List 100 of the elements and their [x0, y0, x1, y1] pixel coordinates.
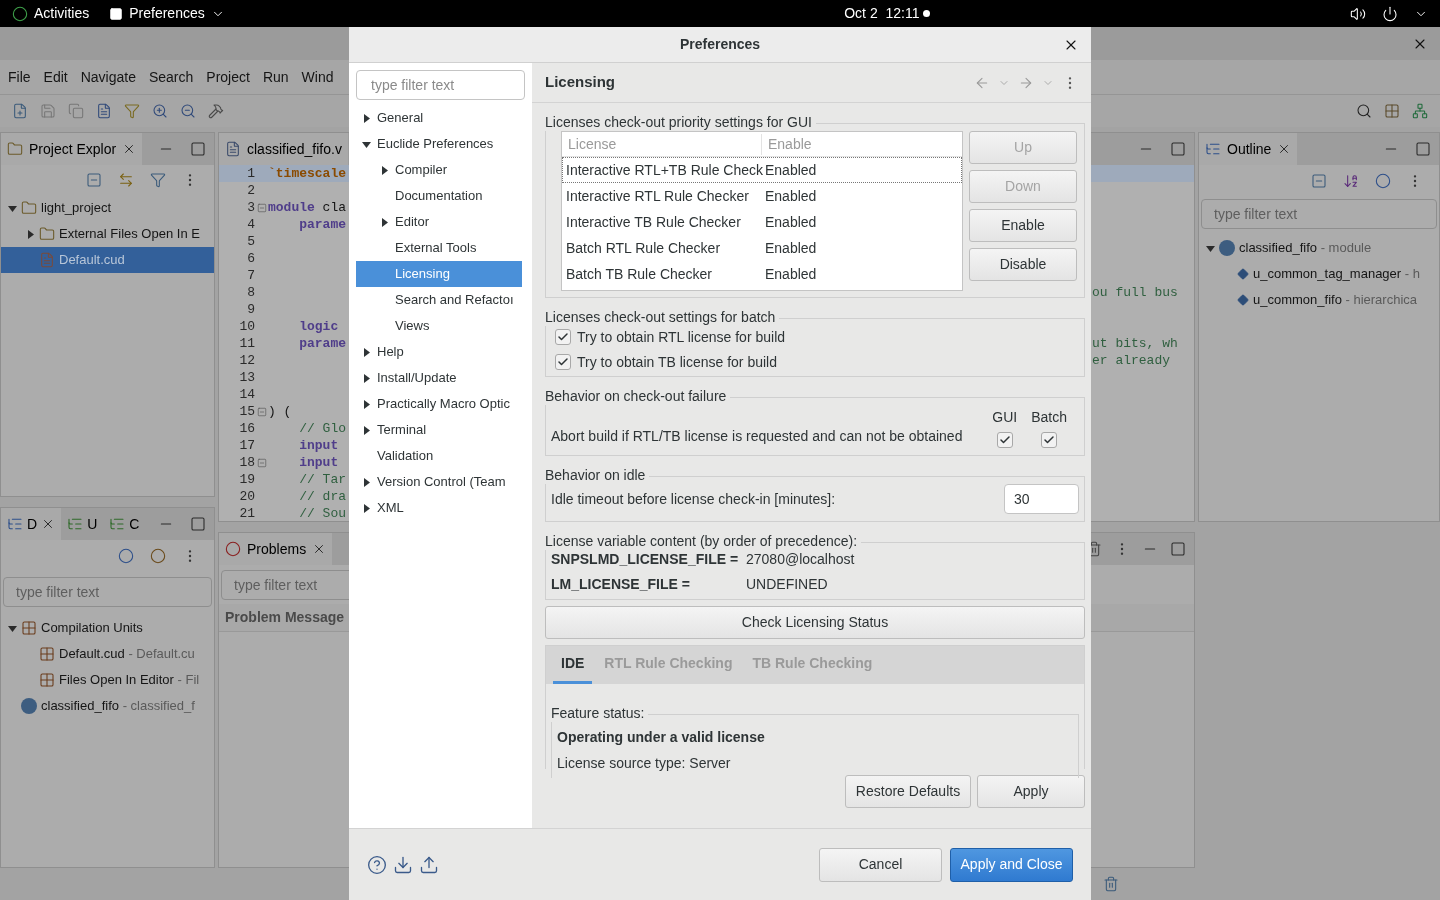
table-cell-text: Enabled [764, 238, 818, 258]
apply-button[interactable]: Apply [977, 775, 1085, 808]
line-number: 7 [246, 266, 255, 285]
tree-item[interactable]: General [356, 105, 522, 131]
table-row[interactable]: Interactive RTL+TB Rule Check Enabled [562, 157, 962, 183]
tree-item[interactable]: Views [356, 313, 522, 339]
panel-tab[interactable]: Problems [219, 533, 333, 565]
column-header: License [562, 133, 762, 155]
code-line: // Glo [298, 419, 346, 438]
group-title: License variable content (by order of precedence): [545, 532, 862, 550]
editor-tab[interactable]: classified_fifo.v [219, 133, 348, 165]
line-number: 6 [246, 249, 255, 268]
tree-item[interactable]: Compiler [356, 157, 522, 183]
tree-item[interactable]: Search and Refactoı [356, 287, 522, 313]
button[interactable]: Disable [969, 248, 1077, 281]
line-number: 20 [238, 487, 255, 506]
variable-value: 27080@localhost [746, 550, 855, 569]
variable-name: LM_LICENSE_FILE = [551, 575, 691, 594]
table-cell-text: Enabled [764, 212, 818, 232]
line-number: 5 [246, 232, 255, 251]
panel-tab[interactable]: D [1, 508, 62, 540]
clock[interactable]: Oct 2 12:11 [844, 3, 920, 24]
menu-item[interactable]: Search [148, 66, 194, 88]
apply-and-close-button[interactable]: Apply and Close [950, 847, 1073, 882]
tree-item[interactable]: Help [356, 339, 522, 365]
filter-field[interactable]: type filter text [3, 577, 212, 607]
column-label: GUI [992, 408, 1018, 427]
menu-item[interactable]: Run [262, 66, 289, 88]
panel-tab[interactable]: Project Explor [1, 133, 143, 165]
table-row[interactable]: Interactive TB Rule Checker Enabled [562, 209, 962, 235]
tree-item[interactable]: Practically Macro Optic [356, 391, 522, 417]
tree-item[interactable]: u_common_tag_manager - h [1199, 261, 1439, 287]
feature-status: Operating under a valid license [557, 728, 766, 747]
line-number: 8 [246, 283, 255, 302]
column-header: Problem Message [225, 608, 345, 627]
column-header: Enable [767, 134, 813, 154]
panel-tab[interactable]: C [103, 508, 146, 540]
tree-item[interactable]: Terminal [356, 417, 522, 443]
table-cell-text: Enabled [764, 264, 818, 284]
line-number: 10 [238, 317, 255, 336]
table-row[interactable]: Batch TB Rule Checker Enabled [562, 261, 962, 287]
tree-item[interactable]: Compilation Units [1, 615, 214, 641]
line-number: 12 [238, 351, 255, 370]
column-label: Batch [1031, 408, 1067, 427]
menu-item[interactable]: Project [206, 66, 250, 88]
check-status-button[interactable]: Check Licensing Status [545, 606, 1085, 639]
code-line: // Tar [298, 470, 346, 489]
table-cell-text: Interactive RTL Rule Checker [565, 186, 750, 206]
option-label: Abort build if RTL/TB license is requested and can not be obtained [551, 427, 963, 446]
cancel-button[interactable]: Cancel [819, 847, 942, 882]
tree-item[interactable]: classified_fifo - classified_f [1, 693, 214, 719]
table-row[interactable]: Interactive RTL Rule Checker Enabled [562, 183, 962, 209]
panel-tab[interactable]: Outline [1199, 133, 1298, 165]
code-line: // Sou [298, 504, 346, 521]
tree-item[interactable]: Validation [356, 443, 522, 469]
line-number: 21 [238, 504, 255, 521]
button[interactable]: Enable [969, 209, 1077, 242]
table-cell-text: Interactive TB Rule Checker [565, 212, 742, 232]
menu-item[interactable]: Wind [301, 66, 334, 88]
line-number: 18 [238, 453, 255, 472]
tree-item[interactable]: External Tools [356, 235, 522, 261]
code-line: ut bits, wh [1092, 334, 1178, 353]
tree-item[interactable]: Install/Update [356, 365, 522, 391]
menu-item[interactable]: Edit [43, 66, 68, 88]
line-number: 17 [238, 436, 255, 455]
table-row[interactable]: Batch RTL Rule Checker Enabled [562, 235, 962, 261]
checkbox-label: Try to obtain TB license for build [577, 352, 777, 372]
timeout-field[interactable]: 30 [1004, 484, 1079, 514]
restore-defaults-button[interactable]: Restore Defaults [845, 775, 971, 808]
tree-item[interactable]: XML [356, 495, 522, 521]
tree-item[interactable]: light_project [1, 195, 214, 221]
variable-name: SNPSLMD_LICENSE_FILE = [551, 550, 740, 569]
tree-item[interactable]: External Files Open In E [1, 221, 214, 247]
table-cell-text: Interactive RTL+TB Rule Check [565, 160, 763, 180]
activities-button[interactable]: Activities [34, 3, 90, 24]
filter-field[interactable]: type filter text [356, 70, 525, 100]
tree-item[interactable]: Documentation [356, 183, 522, 209]
table-cell-text: Batch RTL Rule Checker [565, 238, 722, 258]
code-line: input [298, 453, 339, 472]
menu-item[interactable]: File [8, 66, 31, 88]
panel-tab[interactable]: U [61, 508, 104, 540]
tree-item[interactable]: Editor [356, 209, 522, 235]
tree-item[interactable]: Default.cud - Default.cu [1, 641, 214, 667]
line-number: 9 [246, 300, 255, 319]
checkbox-label: Try to obtain RTL license for build [577, 327, 786, 347]
tree-item[interactable]: Version Control (Team [356, 469, 522, 495]
option-label: Idle timeout before license check-in [minutes]: [551, 489, 836, 509]
line-number: 2 [246, 181, 255, 200]
filter-field[interactable]: type filter text [1201, 199, 1437, 229]
tree-item[interactable]: u_common_fifo - hierarchica [1199, 287, 1439, 313]
table-cell-text: Batch TB Rule Checker [565, 264, 714, 284]
tree-item[interactable]: Default.cud [1, 247, 214, 273]
license-source: License source type: Server [557, 754, 732, 773]
line-number: 3 [246, 198, 255, 217]
menu-item[interactable]: Navigate [80, 66, 136, 88]
tree-item[interactable]: Euclide Preferences [356, 131, 522, 157]
tree-item[interactable]: classified_fifo - module [1199, 235, 1439, 261]
line-number: 4 [246, 215, 255, 234]
tree-item[interactable]: Files Open In Editor - Fil [1, 667, 214, 693]
app-menu[interactable]: Preferences [109, 3, 225, 24]
